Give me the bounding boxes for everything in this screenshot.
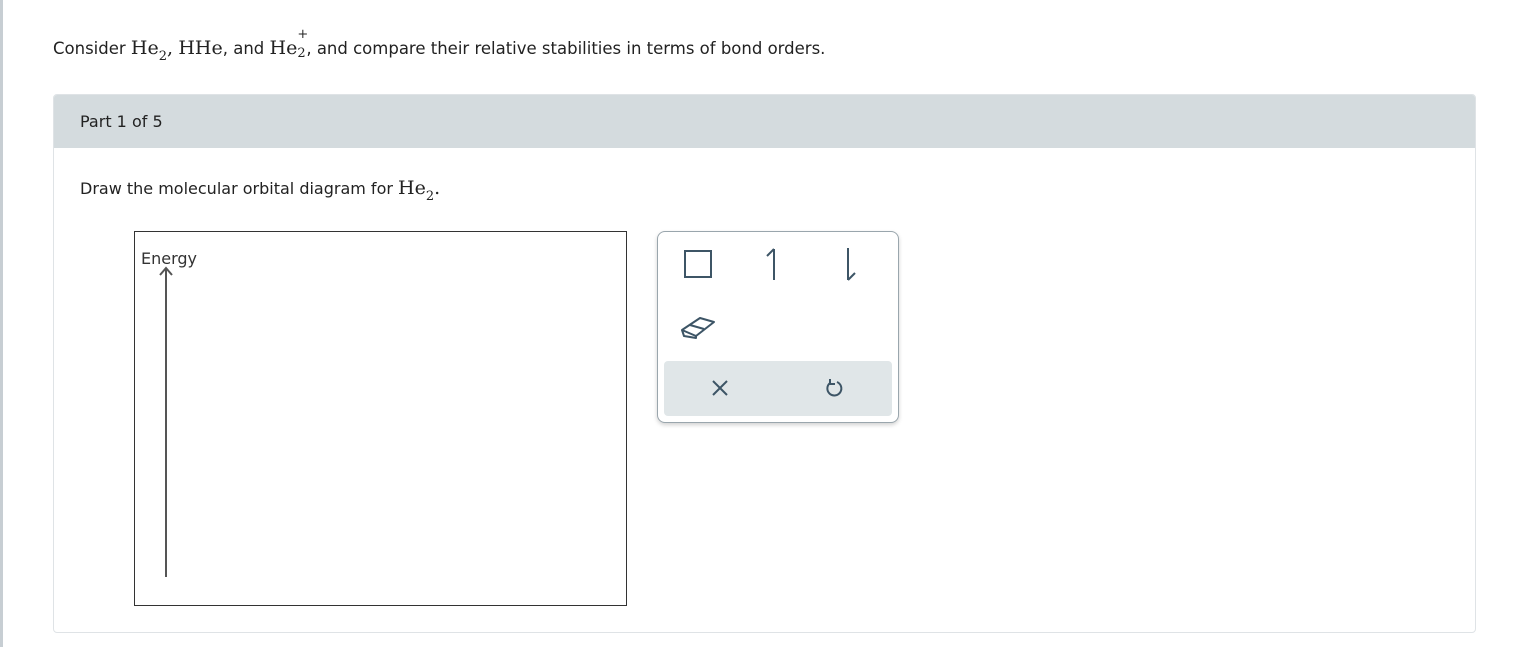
toolbox-actions [664, 361, 892, 416]
part-header: Part 1 of 5 [54, 95, 1475, 148]
question-text: Consider He2, HHe, and He +2, and compare… [53, 27, 826, 64]
eraser-icon [681, 317, 715, 339]
half-arrow-up-icon [766, 248, 775, 280]
undo-button[interactable] [812, 366, 856, 410]
drawing-toolbox [657, 231, 899, 423]
clear-button[interactable] [698, 366, 742, 410]
close-icon [712, 380, 728, 396]
half-arrow-down-icon [847, 248, 856, 281]
left-edge-rule [0, 0, 3, 647]
question-and: , and [222, 39, 270, 58]
part-prompt: Draw the molecular orbital diagram for H… [80, 177, 441, 204]
question-prefix: Consider [53, 39, 131, 58]
species-hhe: HHe [178, 37, 223, 59]
question-suffix: , and compare their relative stabilities… [306, 39, 826, 58]
part-title: Part 1 of 5 [80, 112, 163, 131]
part-panel: Part 1 of 5 Draw the molecular orbital d… [53, 94, 1476, 633]
species-he2: He2 [130, 37, 168, 64]
energy-axis-arrow [159, 266, 173, 577]
spin-down-tool[interactable] [828, 242, 872, 286]
square-icon [684, 250, 712, 278]
orbital-box-tool[interactable] [676, 242, 720, 286]
spin-up-tool[interactable] [750, 242, 794, 286]
eraser-tool[interactable] [676, 304, 720, 348]
prompt-species-he2: He2. [398, 177, 441, 204]
comma: , [167, 37, 174, 59]
mo-diagram-canvas[interactable]: Energy [134, 231, 627, 606]
species-he2-plus: He +2 [269, 27, 309, 61]
undo-icon [826, 379, 843, 397]
